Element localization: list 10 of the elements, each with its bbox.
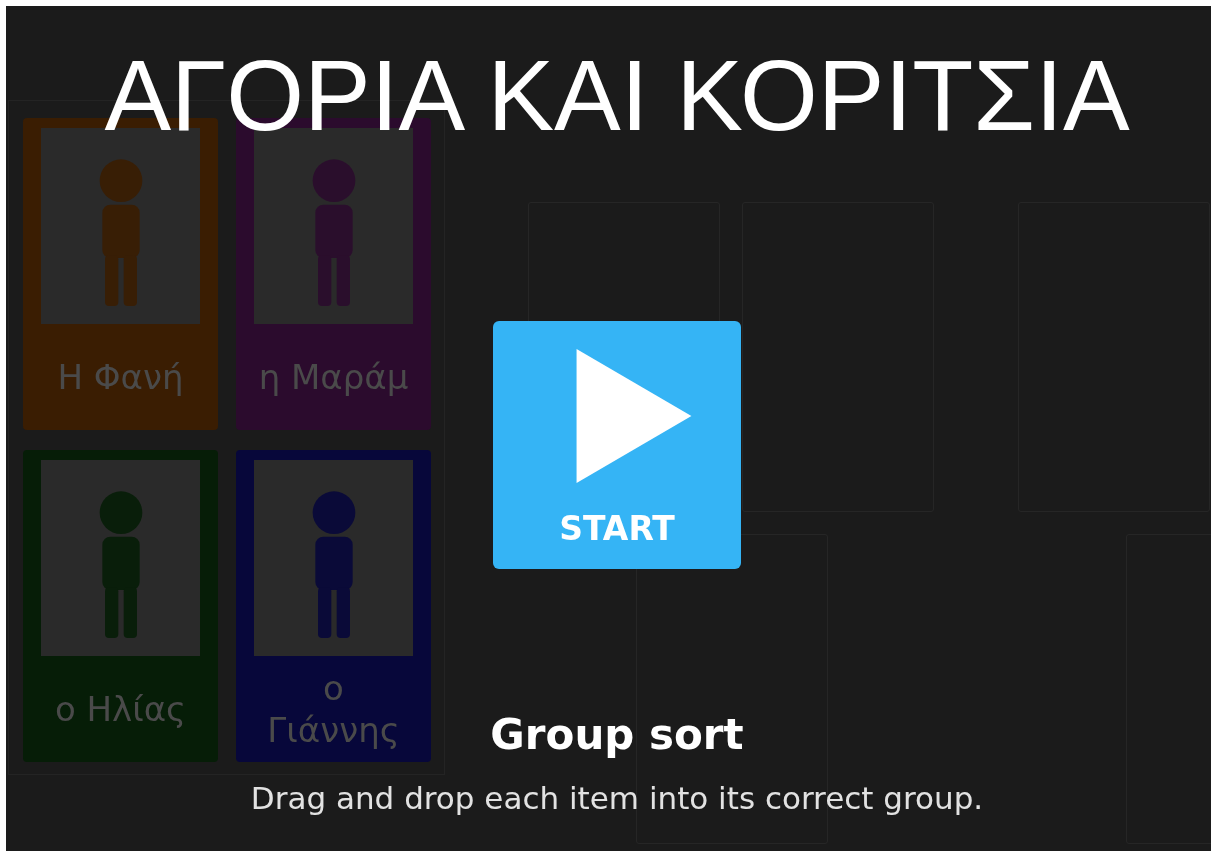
game-type-label: Group sort	[490, 711, 744, 759]
card-label: Η Φανή	[56, 356, 185, 399]
instructions-text: Drag and drop each item into its correct group.	[250, 779, 984, 817]
card-label: η Μαράμ	[257, 356, 410, 399]
card-label: ο Ηλίας	[53, 688, 188, 731]
start-button[interactable]: START	[493, 321, 741, 569]
name-card[interactable]: ο Γιάννης	[236, 450, 431, 762]
name-card[interactable]: ο Ηλίας	[23, 450, 218, 762]
play-icon	[575, 349, 693, 483]
card-label: ο Γιάννης	[266, 667, 401, 752]
